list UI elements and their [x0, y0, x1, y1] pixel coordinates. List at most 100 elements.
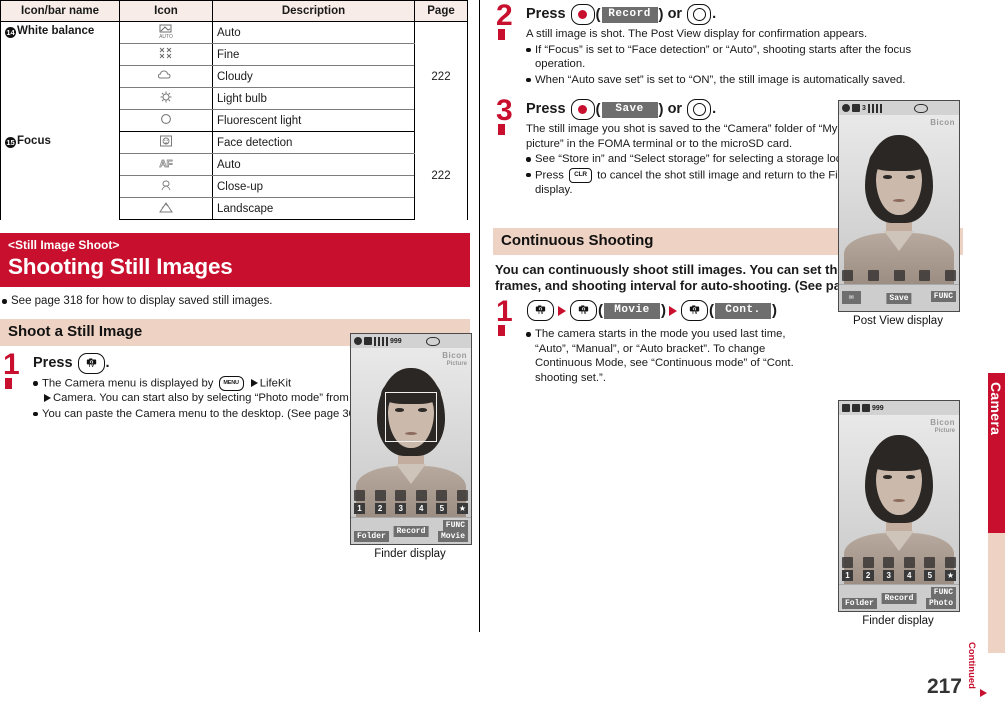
step-2-number: 2 — [496, 0, 513, 40]
clear-key-icon[interactable]: CLR — [569, 167, 593, 183]
setting-number-1: 1 — [842, 570, 853, 581]
subject-mouth — [893, 199, 905, 202]
icon-close-up — [119, 175, 213, 198]
battery-grid-icon — [374, 336, 388, 346]
group-name-focus: 15 Focus — [0, 131, 120, 220]
period: . — [712, 101, 717, 117]
setting-icon-4 — [415, 490, 427, 501]
page-white-balance: 222 — [414, 21, 468, 132]
continuous-step-1: 1 TV TV ( Movie ) TV (Cont.) The camer… — [493, 297, 963, 385]
setting-icon-1 — [842, 270, 853, 281]
section-kicker: <Still Image Shoot> — [8, 238, 120, 252]
desc-light-bulb: Light bulb — [212, 87, 415, 110]
step-1-number: 1 — [3, 348, 20, 389]
step-3-lead: The still image you shot is saved to the… — [526, 123, 838, 150]
icon-light-bulb — [119, 87, 213, 110]
setting-number-5: 5 — [924, 570, 936, 581]
softkey-photo[interactable]: Photo — [925, 598, 956, 609]
step-2-bullet-2: When “Auto save set” is set to “ON”, the… — [526, 73, 963, 88]
menu-key-icon[interactable]: MENU — [218, 376, 244, 391]
continuous-mode-icon — [852, 404, 860, 412]
softkey-save-label[interactable]: Save — [601, 101, 658, 118]
th-description: Description — [212, 0, 415, 22]
setting-number-row: 1 2 3 4 5 ★ — [354, 503, 468, 514]
setting-icon-5 — [945, 270, 956, 281]
shutter-key-icon[interactable] — [687, 4, 712, 25]
brand-overlay: Bicon — [930, 119, 955, 127]
continued-label: Continued — [966, 642, 977, 689]
camera-tv-key-icon[interactable]: TV — [77, 353, 105, 374]
icon-fluorescent-light — [119, 109, 213, 132]
th-page: Page — [414, 0, 468, 22]
setting-number-3: 3 — [883, 570, 895, 581]
softkey-func[interactable]: FUNC — [442, 520, 468, 531]
softkey-record[interactable]: Record — [393, 526, 429, 537]
phone-screen-continuous-finder: 999 Bicon Picture 1 2 3 4 5 ★ Folder Rec… — [838, 400, 960, 612]
camera-tv-key-icon[interactable]: TV — [570, 300, 597, 321]
softkey-cont-label[interactable]: Cont. — [715, 302, 771, 319]
desc-auto: Auto — [212, 21, 415, 44]
icon-fine-weather — [119, 43, 213, 66]
softkey-folder[interactable]: Folder — [354, 531, 389, 542]
frame-count: 999 — [872, 404, 884, 412]
softkey-movie[interactable]: Movie — [437, 531, 468, 542]
icon-cloudy — [119, 65, 213, 88]
desc-close-up: Close-up — [212, 175, 415, 198]
group-number-badge: 15 — [5, 136, 16, 148]
bullet-1-text-b: LifeKit — [259, 377, 292, 390]
status-bar: 999 — [351, 334, 471, 349]
open-paren: ( — [595, 6, 601, 23]
svg-text:AUTO: AUTO — [159, 34, 173, 39]
brand-text: Bicon — [442, 351, 467, 360]
record-dot-icon — [842, 104, 850, 112]
brand-overlay: Bicon Picture — [930, 419, 955, 435]
status-bar: 3 — [839, 101, 959, 116]
setting-icon-5 — [924, 557, 936, 568]
center-key-icon[interactable] — [570, 4, 595, 25]
continuous-step-bullet: The camera starts in the mode you used l… — [526, 327, 821, 385]
softkey-movie-label[interactable]: Movie — [604, 302, 660, 319]
close-paren: ) — [658, 6, 664, 23]
step-3-number: 3 — [496, 94, 513, 135]
setting-icon-row — [842, 270, 956, 281]
page-number: 217 — [926, 675, 962, 698]
face-detection-frame — [385, 392, 437, 442]
softkey-func[interactable]: FUNC — [930, 587, 956, 598]
right-arrow-icon — [980, 689, 987, 697]
setting-icon-1 — [354, 490, 365, 501]
center-key-icon[interactable] — [570, 99, 595, 120]
press-label: Press — [526, 6, 566, 22]
setting-number-1: 1 — [354, 503, 365, 514]
shutter-key-icon[interactable] — [687, 99, 712, 120]
red-dot — [578, 105, 588, 114]
bullet-1-text-a: The Camera menu is displayed by — [42, 377, 214, 390]
group-number-badge: 14 — [5, 27, 16, 38]
setting-icon-6 — [944, 557, 956, 568]
camera-tv-key-icon[interactable]: TV — [527, 300, 554, 321]
step-2-body: A still image is shot. The Post View dis… — [526, 27, 963, 87]
or-label: or — [667, 6, 683, 22]
desc-auto-focus: Auto — [212, 153, 415, 176]
softkey-folder[interactable]: Folder — [842, 598, 877, 609]
step-2-lead: A still image is shot. The Post View dis… — [526, 28, 868, 40]
svg-text:AF: AF — [159, 159, 172, 170]
setting-icon-4 — [919, 270, 931, 281]
step-2-heading: Press ( Record ) or . — [526, 4, 963, 25]
setting-icon-2 — [867, 270, 879, 281]
desc-fine: Fine — [212, 43, 415, 66]
softkey-record-label[interactable]: Record — [601, 6, 658, 23]
open-paren: ( — [595, 101, 601, 118]
th-icon-bar-name: Icon/bar name — [0, 0, 120, 22]
step-3-body: The still image you shot is saved to the… — [526, 122, 871, 197]
softkey-record[interactable]: Record — [881, 593, 917, 604]
record-dot-icon — [354, 337, 362, 345]
figure-continuous-finder: 999 Bicon Picture 1 2 3 4 5 ★ Folder Rec… — [838, 400, 960, 627]
camera-tv-key-icon[interactable]: TV — [681, 300, 708, 321]
battery-grid-icon — [867, 103, 882, 113]
section-note: See page 318 for how to display saved st… — [2, 294, 470, 309]
chapter-tab-camera: Camera — [988, 373, 1005, 533]
camera-mode-icon — [364, 337, 372, 345]
brand-text: Bicon — [930, 118, 955, 127]
setting-number-5: 5 — [436, 503, 448, 514]
camera-mode-icon — [852, 104, 860, 112]
